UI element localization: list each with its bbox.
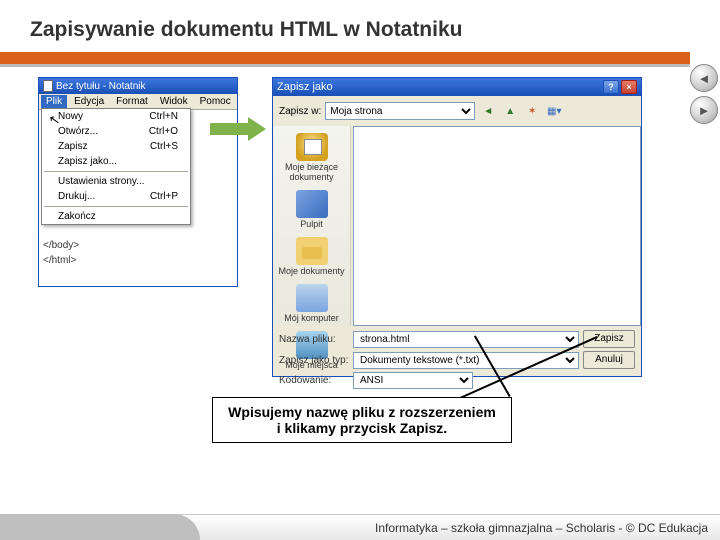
file-menu-dropdown: NowyCtrl+N Otwórz...Ctrl+O ZapiszCtrl+S … bbox=[41, 108, 191, 225]
menu-item-new[interactable]: Nowy Ctrl+N bbox=[42, 109, 190, 124]
file-list[interactable] bbox=[353, 126, 641, 326]
mi-accel: Ctrl+N bbox=[149, 111, 178, 122]
place-desktop[interactable]: Pulpit bbox=[276, 187, 348, 232]
encoding-label: Kodowanie: bbox=[279, 375, 349, 386]
saveas-titlebar: Zapisz jako ? × bbox=[273, 78, 641, 96]
menu-item-print[interactable]: Drukuj... Ctrl+P bbox=[42, 189, 190, 204]
place-label: Moje dokumenty bbox=[276, 266, 348, 276]
menu-separator bbox=[44, 206, 188, 207]
code-line: </html> bbox=[43, 253, 79, 268]
views-icon[interactable]: ▦▾ bbox=[545, 102, 563, 120]
close-button[interactable]: × bbox=[621, 80, 637, 94]
menu-item-saveas[interactable]: Zapisz jako... bbox=[42, 154, 190, 169]
filename-input[interactable]: strona.html bbox=[353, 331, 579, 348]
menu-view[interactable]: Widok bbox=[155, 95, 193, 108]
footer-text: Informatyka – szkoła gimnazjalna – Schol… bbox=[375, 521, 708, 535]
mi-label: Drukuj... bbox=[58, 191, 95, 202]
place-recent[interactable]: Moje bieżące dokumenty bbox=[276, 130, 348, 185]
menu-format[interactable]: Format bbox=[111, 95, 153, 108]
saveas-title-text: Zapisz jako bbox=[277, 81, 333, 93]
back-icon[interactable]: ◄ bbox=[479, 102, 497, 120]
mi-label: Zapisz bbox=[58, 141, 87, 152]
mi-label: Zapisz jako... bbox=[58, 156, 117, 167]
cancel-button[interactable]: Anuluj bbox=[583, 351, 635, 369]
menu-item-save[interactable]: Zapisz Ctrl+S bbox=[42, 139, 190, 154]
recent-icon bbox=[296, 133, 328, 161]
filename-label: Nazwa pliku: bbox=[279, 334, 349, 345]
help-button[interactable]: ? bbox=[603, 80, 619, 94]
footer-decoration bbox=[0, 514, 200, 540]
menu-edit[interactable]: Edycja bbox=[69, 95, 109, 108]
mi-label: Nowy bbox=[58, 111, 83, 122]
notepad-icon bbox=[43, 80, 53, 92]
folder-icon bbox=[296, 237, 328, 265]
mi-label: Zakończ bbox=[58, 211, 96, 222]
arrow-icon bbox=[210, 117, 270, 141]
notepad-titlebar: Bez tytułu - Notatnik bbox=[39, 78, 237, 94]
computer-icon bbox=[296, 284, 328, 312]
save-as-dialog: Zapisz jako ? × Zapisz w: Moja strona ◄ … bbox=[272, 77, 642, 377]
mi-label: Otwórz... bbox=[58, 126, 98, 137]
menu-help[interactable]: Pomoc bbox=[195, 95, 236, 108]
code-line: </body> bbox=[43, 238, 79, 253]
document-body: </body> </html> bbox=[43, 238, 79, 268]
newfolder-icon[interactable]: ✶ bbox=[523, 102, 541, 120]
place-label: Mój komputer bbox=[276, 313, 348, 323]
place-mycomputer[interactable]: Mój komputer bbox=[276, 281, 348, 326]
place-label: Pulpit bbox=[276, 219, 348, 229]
instruction-callout: Wpisujemy nazwę pliku z rozszerzeniem i … bbox=[212, 397, 512, 443]
mi-accel: Ctrl+O bbox=[149, 126, 178, 137]
place-label: Moje bieżące dokumenty bbox=[276, 162, 348, 182]
mi-accel: Ctrl+P bbox=[150, 191, 178, 202]
savein-select[interactable]: Moja strona bbox=[325, 102, 475, 120]
menu-item-exit[interactable]: Zakończ bbox=[42, 209, 190, 224]
mi-accel: Ctrl+S bbox=[150, 141, 178, 152]
menu-item-open[interactable]: Otwórz... Ctrl+O bbox=[42, 124, 190, 139]
accent-bar bbox=[0, 52, 690, 64]
place-mydocs[interactable]: Moje dokumenty bbox=[276, 234, 348, 279]
savein-label: Zapisz w: bbox=[279, 106, 321, 117]
menu-item-pagesetup[interactable]: Ustawienia strony... bbox=[42, 174, 190, 189]
desktop-icon bbox=[296, 190, 328, 218]
callout-text: i klikamy przycisk Zapisz. bbox=[223, 420, 501, 436]
slide-footer: Informatyka – szkoła gimnazjalna – Schol… bbox=[0, 514, 720, 540]
savein-row: Zapisz w: Moja strona ◄ ▲ ✶ ▦▾ bbox=[273, 96, 641, 126]
notepad-window: Bez tytułu - Notatnik Plik Edycja Format… bbox=[38, 77, 238, 287]
mi-label: Ustawienia strony... bbox=[58, 176, 145, 187]
up-icon[interactable]: ▲ bbox=[501, 102, 519, 120]
type-label: Zapisz jako typ: bbox=[279, 355, 349, 366]
slide-title: Zapisywanie dokumentu HTML w Notatniku bbox=[30, 18, 690, 42]
callout-text: Wpisujemy nazwę pliku z rozszerzeniem bbox=[223, 404, 501, 420]
menu-separator bbox=[44, 171, 188, 172]
menu-file[interactable]: Plik bbox=[41, 95, 67, 108]
encoding-select[interactable]: ANSI bbox=[353, 372, 473, 389]
places-bar: Moje bieżące dokumenty Pulpit Moje dokum… bbox=[273, 126, 351, 326]
notepad-title-text: Bez tytułu - Notatnik bbox=[56, 81, 145, 92]
